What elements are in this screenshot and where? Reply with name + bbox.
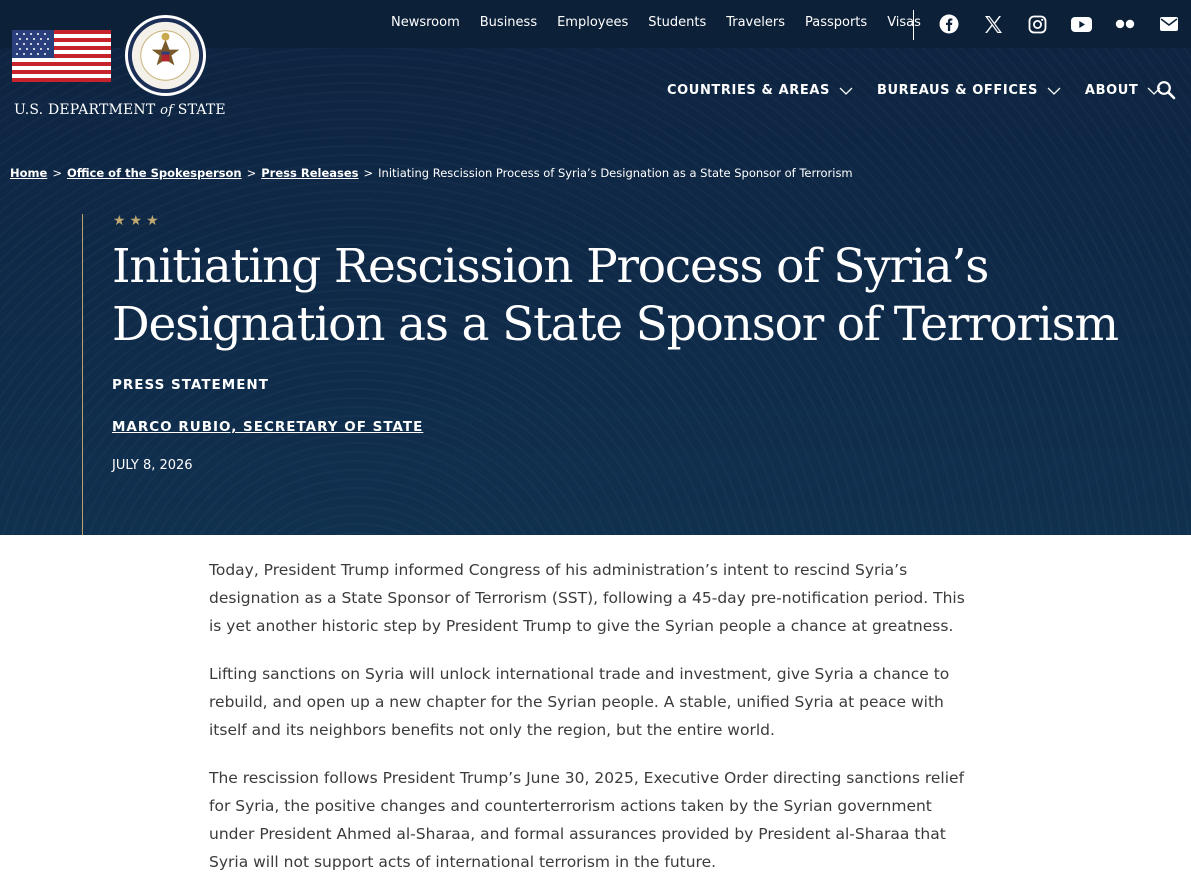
facebook-icon[interactable] [937,12,961,36]
author-link[interactable]: MARCO RUBIO, SECRETARY OF STATE [112,419,423,435]
nav-countries-areas-label: COUNTRIES & AREAS [667,83,830,98]
nav-bureaus-offices-label: BUREAUS & OFFICES [876,83,1038,98]
document-type: PRESS STATEMENT [112,377,269,393]
stars-ornament: ★★★ [113,213,163,229]
nav-link-travelers[interactable]: Travelers [726,15,785,30]
article-body: Today, President Trump informed Congress… [209,556,969,896]
instagram-icon[interactable] [1025,12,1049,36]
article-paragraph: Today, President Trump informed Congress… [209,561,965,635]
breadcrumb-press-releases[interactable]: Press Releases [261,166,358,180]
department-seal-icon [124,14,207,97]
flickr-icon[interactable] [1113,12,1137,36]
page-title: Initiating Rescission Process of Syria’s… [112,239,1119,352]
nav-link-newsroom[interactable]: Newsroom [391,15,460,30]
x-icon[interactable] [981,12,1005,36]
chevron-down-icon [839,87,853,95]
nav-link-visas[interactable]: Visas [887,15,921,30]
breadcrumb-home[interactable]: Home [10,166,47,180]
utility-nav: Newsroom Business Employees Students Tra… [391,15,941,30]
nav-link-business[interactable]: Business [480,15,537,30]
nav-divider [913,10,914,40]
breadcrumb-office[interactable]: Office of the Spokesperson [67,166,242,180]
us-flag-icon [12,30,111,82]
site-logo[interactable]: U.S. DEPARTMENT of STATE [12,14,226,126]
nav-link-students[interactable]: Students [648,15,706,30]
main-nav: COUNTRIES & AREAS BUREAUS & OFFICES ABOU… [667,83,1185,98]
nav-link-employees[interactable]: Employees [557,15,628,30]
chevron-down-icon [1047,87,1061,95]
email-icon[interactable] [1157,12,1181,36]
nav-bureaus-offices[interactable]: BUREAUS & OFFICES [877,83,1085,98]
nav-countries-areas[interactable]: COUNTRIES & AREAS [667,83,877,98]
breadcrumb-separator: > [363,166,374,180]
article-paragraph: Lifting sanctions on Syria will unlock i… [209,665,950,739]
title-accent-line [82,214,83,535]
breadcrumb-separator: > [52,166,62,180]
logo-wordmark: U.S. DEPARTMENT of STATE [14,102,226,118]
breadcrumb-separator: > [246,166,257,180]
breadcrumb: Home > Office of the Spokesperson > Press Re… [10,166,853,180]
breadcrumb-current: Initiating Rescission Process of Syria’s… [378,166,853,180]
nav-link-passports[interactable]: Passports [805,15,867,30]
publish-date: JULY 8, 2026 [112,458,193,473]
search-icon[interactable] [1156,80,1176,100]
nav-about-label: ABOUT [1084,83,1139,98]
article-paragraph: The rescission follows President Trump’s… [209,769,965,871]
youtube-icon[interactable] [1069,12,1093,36]
